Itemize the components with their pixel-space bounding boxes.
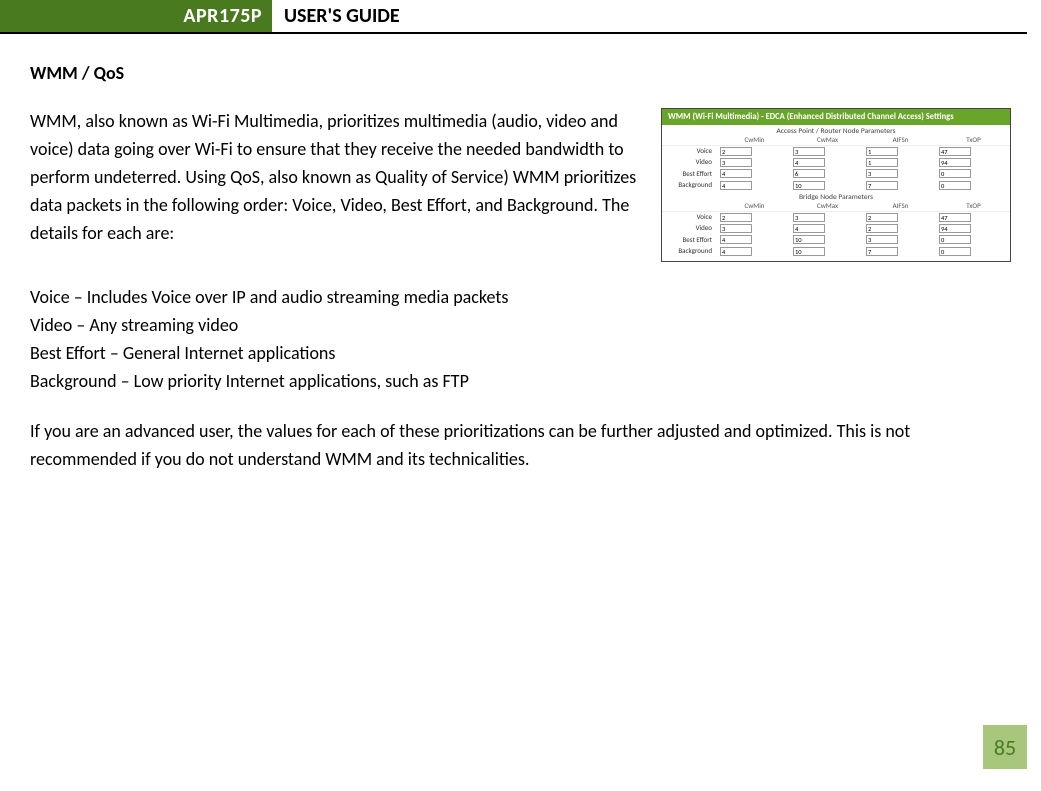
wmm-input[interactable]: 4: [793, 158, 825, 167]
col-txop: TxOP: [937, 136, 1010, 145]
panel-table-2: CwMin CwMax AIFSn TxOP Voice 2 3 2 47 Vi…: [662, 202, 1010, 257]
page-content: WMM / QoS WMM, also known as Wi-Fi Multi…: [0, 34, 1041, 473]
wmm-input[interactable]: 7: [866, 247, 898, 256]
wmm-input[interactable]: 3: [866, 169, 898, 178]
wmm-input[interactable]: 2: [866, 213, 898, 222]
table-row: Best Effort 4 6 3 0: [662, 168, 1010, 179]
wmm-input[interactable]: 94: [939, 224, 971, 233]
col-cwmax: CwMax: [791, 202, 864, 211]
row-label: Video: [662, 223, 718, 234]
col-cwmin: CwMin: [718, 136, 791, 145]
table-row: Background 4 10 7 0: [662, 180, 1010, 191]
wmm-input[interactable]: 4: [720, 169, 752, 178]
def-background: Background – Low priority Internet appli…: [30, 368, 1011, 396]
def-best-effort: Best Effort – General Internet applicati…: [30, 340, 1011, 368]
header-title: USER'S GUIDE: [272, 0, 400, 32]
section-heading: WMM / QoS: [30, 62, 1011, 84]
col-txop: TxOP: [937, 202, 1010, 211]
table-row: Video 3 4 2 94: [662, 223, 1010, 234]
wmm-input[interactable]: 0: [939, 235, 971, 244]
wmm-input[interactable]: 4: [720, 235, 752, 244]
wmm-input[interactable]: 3: [866, 235, 898, 244]
col-aifsn: AIFSn: [864, 136, 937, 145]
header-model: APR175P: [0, 0, 272, 32]
table-row: Video 3 4 1 94: [662, 157, 1010, 168]
wmm-input[interactable]: 7: [866, 181, 898, 190]
wmm-input[interactable]: 2: [866, 224, 898, 233]
wmm-input[interactable]: 0: [939, 169, 971, 178]
row-label: Best Effort: [662, 168, 718, 179]
wmm-input[interactable]: 10: [793, 247, 825, 256]
wmm-input[interactable]: 4: [793, 224, 825, 233]
row-label: Video: [662, 157, 718, 168]
wmm-input[interactable]: 2: [720, 147, 752, 156]
row-label: Best Effort: [662, 234, 718, 245]
wmm-input[interactable]: 2: [720, 213, 752, 222]
closing-text: If you are an advanced user, the values …: [30, 418, 1011, 474]
col-cwmin: CwMin: [718, 202, 791, 211]
definitions-block: Voice – Includes Voice over IP and audio…: [30, 284, 1011, 396]
row-label: Background: [662, 180, 718, 191]
panel-banner: WMM (Wi-Fi Multimedia) - EDCA (Enhanced …: [662, 109, 1010, 125]
wmm-input[interactable]: 0: [939, 181, 971, 190]
table-row: Background 4 10 7 0: [662, 246, 1010, 257]
wmm-input[interactable]: 1: [866, 147, 898, 156]
def-voice: Voice – Includes Voice over IP and audio…: [30, 284, 1011, 312]
wmm-input[interactable]: 10: [793, 235, 825, 244]
col-aifsn: AIFSn: [864, 202, 937, 211]
wmm-input[interactable]: 10: [793, 181, 825, 190]
wmm-input[interactable]: 0: [939, 247, 971, 256]
wmm-input[interactable]: 3: [720, 158, 752, 167]
panel-table-1: CwMin CwMax AIFSn TxOP Voice 2 3 1 47 Vi…: [662, 136, 1010, 191]
intro-text: WMM, also known as Wi-Fi Multimedia, pri…: [30, 108, 639, 262]
wmm-input[interactable]: 4: [720, 181, 752, 190]
intro-row: WMM, also known as Wi-Fi Multimedia, pri…: [30, 108, 1011, 262]
wmm-input[interactable]: 47: [939, 147, 971, 156]
table-row: Voice 2 3 2 47: [662, 211, 1010, 223]
def-video: Video – Any streaming video: [30, 312, 1011, 340]
wmm-input[interactable]: 3: [793, 213, 825, 222]
wmm-input[interactable]: 3: [720, 224, 752, 233]
wmm-input[interactable]: 3: [793, 147, 825, 156]
wmm-input[interactable]: 1: [866, 158, 898, 167]
page-number: 85: [983, 725, 1027, 769]
wmm-settings-panel: WMM (Wi-Fi Multimedia) - EDCA (Enhanced …: [661, 108, 1011, 262]
row-label: Voice: [662, 211, 718, 223]
col-cwmax: CwMax: [791, 136, 864, 145]
header-bar: APR175P USER'S GUIDE: [0, 0, 1027, 34]
table-row: Best Effort 4 10 3 0: [662, 234, 1010, 245]
row-label: Voice: [662, 145, 718, 157]
wmm-input[interactable]: 6: [793, 169, 825, 178]
wmm-input[interactable]: 94: [939, 158, 971, 167]
row-label: Background: [662, 246, 718, 257]
table-row: Voice 2 3 1 47: [662, 145, 1010, 157]
wmm-input[interactable]: 47: [939, 213, 971, 222]
wmm-input[interactable]: 4: [720, 247, 752, 256]
